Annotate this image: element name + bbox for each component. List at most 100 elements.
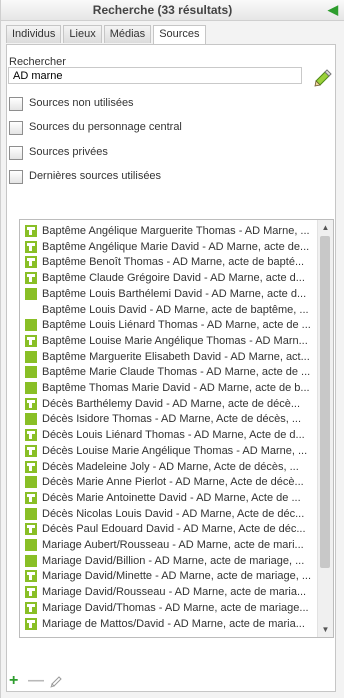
green-square-icon [25,287,37,300]
green-square-icon [25,350,37,363]
green-t-icon [25,240,37,253]
list-item[interactable]: Mariage David/Rousseau - AD Marne, acte … [20,584,318,601]
green-t-icon [25,601,37,614]
list-item-label: Décès Marie Anne Pierlot - AD Marne, Act… [42,476,304,489]
list-item-label: Décès Louise Marie Angélique Thomas - AD… [42,444,308,457]
list-item-label: Baptême Marie Claude Thomas - AD Marne, … [42,366,311,379]
tab-individus[interactable]: Individus [6,25,62,43]
green-t-icon [25,491,37,504]
tab-sources[interactable]: Sources [153,25,206,44]
pencil-icon[interactable] [313,67,333,87]
list-item-label: Baptême Marguerite Elisabeth David - AD … [42,350,310,363]
list-item[interactable]: Baptême Benoît Thomas - AD Marne, acte d… [20,254,318,271]
green-square-icon [25,413,37,426]
scroll-thumb[interactable] [320,236,330,568]
green-t-icon [25,397,37,410]
list-item[interactable]: Baptême Marie Claude Thomas - AD Marne, … [20,364,318,381]
green-t-icon [25,272,37,285]
list-item[interactable]: Décès Louis Liénard Thomas - AD Marne, A… [20,427,318,444]
list-item[interactable]: Baptême Louise Marie Angélique Thomas - … [20,333,318,350]
list-item-label: Baptême Benoît Thomas - AD Marne, acte d… [42,256,305,269]
panel-title: Recherche (33 résultats) [92,3,233,17]
list-item-label: Baptême Louis Liénard Thomas - AD Marne,… [42,319,311,332]
list-item-label: Mariage David/Minette - AD Marne, acte d… [42,570,312,583]
list-item-label: Baptême Louise Marie Angélique Thomas - … [42,334,308,347]
list-item-label: Mariage Aubert/Rousseau - AD Marne, acte… [42,539,304,551]
scroll-up-icon[interactable]: ▲ [318,220,333,235]
list-item-label: Décès Madeleine Joly - AD Marne, Acte de… [42,460,299,473]
chevron-left-icon[interactable]: ◀ [328,2,338,18]
sources-list[interactable]: Baptême Angélique Marguerite Thomas - AD… [19,219,334,638]
filter-label: Sources du personnage central [29,121,182,133]
green-square-icon [25,366,37,379]
checkbox[interactable] [9,97,23,111]
checkbox[interactable] [9,170,23,184]
green-square-icon [25,507,37,520]
list-item[interactable]: Décès Louise Marie Angélique Thomas - AD… [20,443,318,460]
list-item[interactable]: Baptême Angélique Marie David - AD Marne… [20,239,318,256]
list-item-label: Baptême Thomas Marie David - AD Marne, a… [42,382,310,394]
list-item[interactable]: Baptême Louis Barthélemi David - AD Marn… [20,286,318,303]
list-item[interactable]: Mariage David/Thomas - AD Marne, acte de… [20,600,318,617]
list-item-label: Baptême Louis Barthélemi David - AD Marn… [42,287,307,300]
list-item-label: Décès Paul Edouard David - AD Marne, Act… [42,523,306,536]
green-t-icon [25,523,37,536]
list-item-label: Baptême Angélique Marguerite Thomas - AD… [42,225,310,237]
green-t-icon [25,225,37,237]
search-input[interactable] [8,67,302,84]
list-item-label: Décès Marie Antoinette David - AD Marne,… [42,491,301,504]
list-item[interactable]: Baptême Thomas Marie David - AD Marne, a… [20,380,318,397]
search-panel: Recherche (33 résultats) ◀ Individus Lie… [0,0,344,698]
panel-titlebar: Recherche (33 résultats) ◀ [1,0,344,21]
green-t-icon [25,586,37,599]
tab-medias[interactable]: Médias [103,25,152,43]
green-t-icon [25,334,37,347]
green-t-icon [25,460,37,473]
filter-label: Sources non utilisées [29,97,134,109]
green-square-icon [25,539,37,551]
list-item[interactable]: Décès Marie Antoinette David - AD Marne,… [20,490,318,507]
plus-icon[interactable]: + [9,672,18,690]
filter-label: Dernières sources utilisées [29,170,162,182]
list-item-label: Mariage de Mattos/David - AD Marne, acte… [42,617,305,630]
list-item[interactable]: Décès Madeleine Joly - AD Marne, Acte de… [20,459,318,476]
list-item[interactable]: Décès Barthélemy David - AD Marne, acte … [20,396,318,413]
list-item-label: Baptême Angélique Marie David - AD Marne… [42,240,310,253]
green-square-icon [25,476,37,489]
list-item[interactable]: Baptême Marguerite Elisabeth David - AD … [20,349,318,366]
scroll-down-icon[interactable]: ▼ [318,622,333,637]
list-item[interactable]: Mariage David/Billion - AD Marne, acte d… [20,553,318,570]
list-item[interactable]: Mariage de Mattos/David - AD Marne, acte… [20,616,318,633]
list-item[interactable]: Décès Nicolas Louis David - AD Marne, Ac… [20,506,318,523]
list-item-label: Baptême Claude Grégoire David - AD Marne… [42,272,305,285]
list-item[interactable]: Baptême Louis David - AD Marne, acte de … [20,302,318,319]
green-t-icon [25,444,37,457]
list-item-label: Décès Louis Liénard Thomas - AD Marne, A… [42,429,305,442]
minus-icon[interactable]: — [28,672,44,690]
green-t-icon [25,570,37,583]
checkbox[interactable] [9,121,23,135]
green-square-icon [25,319,37,332]
list-item[interactable]: Décès Paul Edouard David - AD Marne, Act… [20,521,318,538]
list-item[interactable]: Baptême Claude Grégoire David - AD Marne… [20,270,318,287]
pencil-icon[interactable] [50,674,64,693]
green-square-icon [25,382,37,394]
tab-bar: Individus Lieux Médias Sources [6,25,208,44]
green-t-icon [25,256,37,269]
list-item[interactable]: Décès Isidore Thomas - AD Marne, Acte de… [20,411,318,428]
list-item-label: Décès Barthélemy David - AD Marne, acte … [42,397,301,410]
tab-lieux[interactable]: Lieux [63,25,102,43]
list-item[interactable]: Mariage Aubert/Rousseau - AD Marne, acte… [20,537,318,554]
checkbox[interactable] [9,146,23,160]
list-item[interactable]: Baptême Angélique Marguerite Thomas - AD… [20,223,318,240]
list-item[interactable]: Mariage David/Minette - AD Marne, acte d… [20,568,318,585]
green-square-icon [25,554,37,567]
filter-label: Sources privées [29,146,108,158]
green-t-icon [25,429,37,442]
list-item[interactable]: Décès Marie Anne Pierlot - AD Marne, Act… [20,474,318,491]
list-item[interactable]: Baptême Louis Liénard Thomas - AD Marne,… [20,317,318,334]
vertical-scrollbar[interactable]: ▲ ▼ [317,220,333,637]
green-t-icon [25,617,37,630]
list-item-label: Décès Nicolas Louis David - AD Marne, Ac… [42,507,305,520]
list-item-label: Mariage David/Thomas - AD Marne, acte de… [42,601,309,614]
